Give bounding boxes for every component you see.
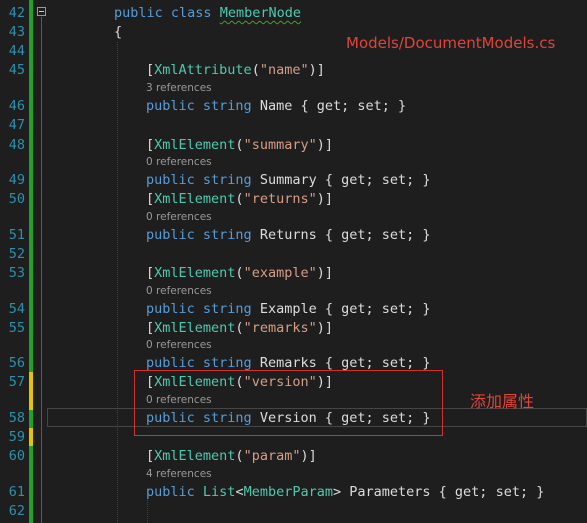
- line-number: 61: [8, 484, 25, 500]
- saved-change-bar: [29, 0, 33, 372]
- codelens-references[interactable]: 3 references: [146, 81, 212, 95]
- line-number: 57: [8, 374, 25, 390]
- type-keyword: string: [202, 172, 252, 188]
- indent-guide: [147, 500, 148, 523]
- type-keyword: string: [202, 355, 252, 371]
- keyword: public: [146, 227, 195, 243]
- line-number: 53: [8, 265, 25, 281]
- line-number: 59: [8, 429, 25, 445]
- line-number: 62: [8, 503, 25, 519]
- type-keyword: string: [202, 227, 252, 243]
- generic-type-argument: MemberParam: [243, 484, 333, 500]
- accessors: { get; set; }: [324, 172, 431, 188]
- type-keyword: string: [202, 301, 252, 317]
- line-number: 56: [8, 355, 25, 371]
- attribute-name: XmlElement: [154, 320, 236, 336]
- attribute-name: XmlAttribute: [154, 62, 252, 78]
- codelens-references[interactable]: 0 references: [146, 338, 212, 352]
- unsaved-change-bar: [29, 428, 33, 446]
- line-number: 54: [8, 301, 25, 317]
- type-name: List: [202, 484, 236, 500]
- accessors: { get; set; }: [324, 355, 431, 371]
- codelens-references[interactable]: 4 references: [146, 467, 212, 481]
- string-literal: "returns": [243, 191, 317, 207]
- indent-guide: [117, 42, 118, 523]
- line-number: 60: [8, 448, 25, 464]
- class-declaration: public class MemberNode: [114, 4, 301, 22]
- keyword: public: [146, 484, 195, 500]
- line-number: 55: [8, 320, 25, 336]
- property-name: Summary: [259, 172, 317, 188]
- added-property-annotation: 添加属性: [470, 392, 535, 411]
- string-literal: "name": [259, 62, 309, 78]
- keyword: public: [146, 355, 195, 371]
- accessors: { get; set; }: [324, 227, 431, 243]
- keyword: class: [170, 5, 212, 21]
- line-number: 50: [8, 191, 25, 207]
- property-name: Name: [259, 98, 293, 114]
- codelens-references[interactable]: 0 references: [146, 284, 212, 298]
- attribute-name: XmlElement: [154, 265, 236, 281]
- code-editor[interactable]: 42 43 44 45 46 47 48 49 50 51 52 53 54 5…: [0, 0, 587, 523]
- line-number: 58: [8, 410, 25, 426]
- string-literal: "example": [243, 265, 317, 281]
- class-name: MemberNode: [219, 5, 301, 21]
- attribute-line: [XmlAttribute("name")]: [146, 62, 325, 78]
- line-number-gutter: 42 43 44 45 46 47 48 49 50 51 52 53 54 5…: [0, 0, 28, 523]
- keyword: public: [114, 5, 163, 21]
- property-declaration: public string Returns { get; set; }: [146, 226, 431, 244]
- attribute-line: [XmlElement("example")]: [146, 265, 333, 281]
- saved-change-bar: [29, 446, 33, 523]
- accessors: { get; set; }: [300, 98, 407, 114]
- type-keyword: string: [202, 98, 252, 114]
- unsaved-change-bar: [29, 372, 33, 410]
- attribute-line: [XmlElement("summary")]: [146, 137, 333, 153]
- line-number: 42: [8, 5, 25, 21]
- attribute-name: XmlElement: [154, 448, 236, 464]
- accessors: { get; set; }: [324, 301, 431, 317]
- line-number: 52: [8, 246, 25, 262]
- line-number: 43: [8, 24, 25, 40]
- file-name-annotation: Models/DocumentModels.cs: [346, 34, 556, 52]
- property-name: Remarks: [259, 355, 317, 371]
- attribute-name: XmlElement: [154, 137, 236, 153]
- attribute-name: XmlElement: [154, 191, 236, 207]
- string-literal: "param": [243, 448, 301, 464]
- highlight-box: [134, 370, 443, 436]
- line-number: 47: [8, 117, 25, 133]
- line-number: 48: [8, 137, 25, 153]
- saved-change-bar: [29, 410, 33, 428]
- property-declaration: public List<MemberParam> Parameters { ge…: [146, 484, 545, 500]
- codelens-references[interactable]: 0 references: [146, 155, 212, 169]
- outline-line: [41, 17, 42, 523]
- property-declaration: public string Summary { get; set; }: [146, 171, 431, 189]
- property-name: Parameters: [349, 484, 431, 500]
- string-literal: "remarks": [243, 320, 317, 336]
- open-brace: {: [114, 24, 123, 40]
- line-number: 44: [8, 43, 25, 59]
- attribute-line: [XmlElement("returns")]: [146, 191, 333, 207]
- string-literal: "summary": [243, 137, 317, 153]
- line-number: 45: [8, 62, 25, 78]
- property-declaration: public string Example { get; set; }: [146, 300, 431, 318]
- codelens-references[interactable]: 0 references: [146, 210, 212, 224]
- keyword: public: [146, 172, 195, 188]
- attribute-line: [XmlElement("remarks")]: [146, 320, 333, 336]
- keyword: public: [146, 98, 195, 114]
- line-number: 49: [8, 172, 25, 188]
- collapse-toggle-icon[interactable]: [37, 7, 46, 16]
- line-number: 46: [8, 98, 25, 114]
- keyword: public: [146, 301, 195, 317]
- attribute-line: [XmlElement("param")]: [146, 448, 317, 464]
- property-name: Example: [259, 301, 317, 317]
- line-number: 51: [8, 227, 25, 243]
- property-declaration: public string Name { get; set; }: [146, 97, 406, 115]
- accessors: { get; set; }: [438, 484, 545, 500]
- property-name: Returns: [259, 227, 317, 243]
